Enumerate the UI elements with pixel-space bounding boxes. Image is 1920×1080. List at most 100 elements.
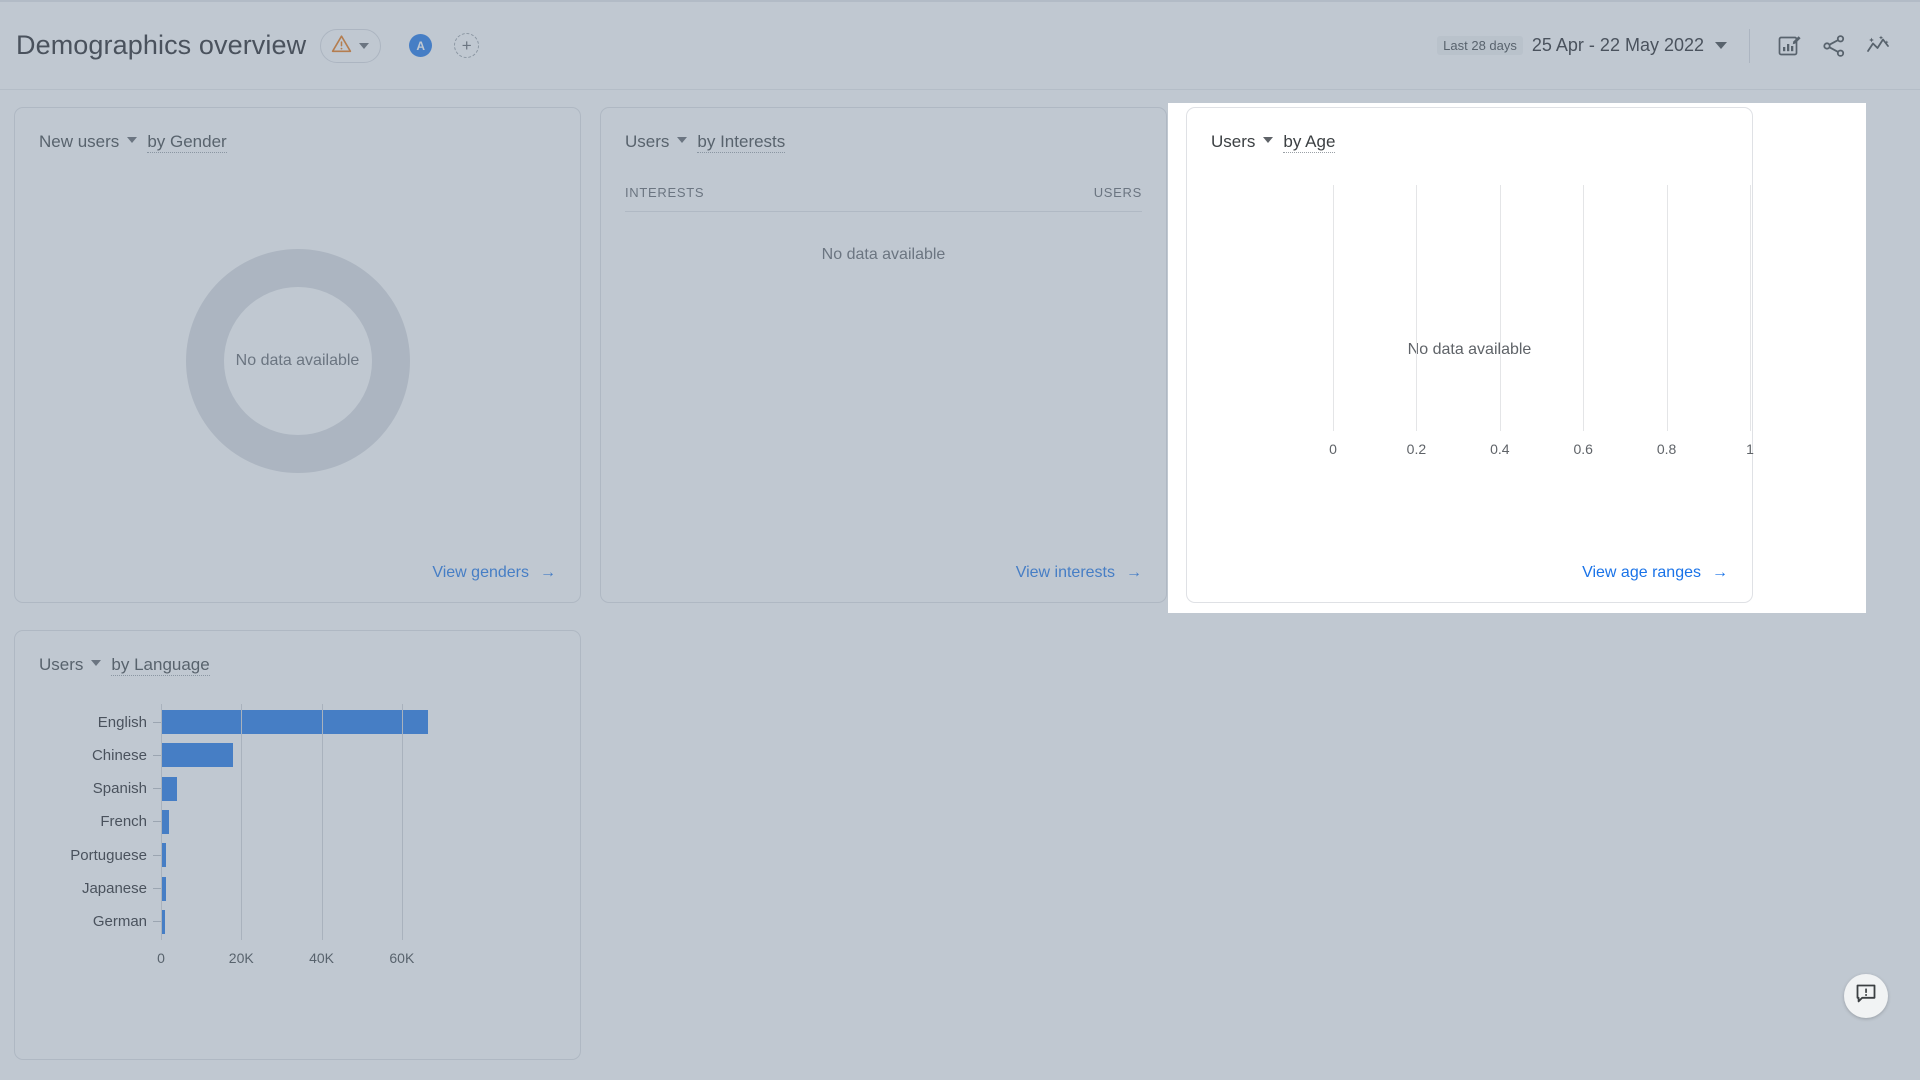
data-warning-button[interactable] (320, 28, 382, 63)
table-header-row: INTERESTS USERS (625, 157, 1142, 212)
date-range-value[interactable]: 25 Apr - 22 May 2022 (1532, 35, 1704, 56)
gridline (1416, 185, 1418, 431)
feedback-icon (1855, 983, 1877, 1010)
interests-table: INTERESTS USERS No data available (625, 157, 1142, 564)
x-axis-labels: 0 20K 40K 60K (157, 940, 450, 970)
warning-triangle-icon (331, 34, 352, 58)
metric-selector-gender[interactable]: New users (39, 132, 138, 152)
cards-row-2: Users by Language English Chinese Spanish F… (14, 630, 1906, 1060)
y-axis-category-label: German (92, 913, 147, 931)
dimension-label: by Language (111, 655, 210, 676)
card-new-users-by-gender[interactable]: New users by Gender No data available Vi… (14, 107, 581, 603)
dimension-label: by Gender (147, 132, 227, 153)
dimension-label: by Interests (697, 132, 786, 153)
gridline (161, 704, 162, 940)
column-header-interests[interactable]: INTERESTS (625, 185, 704, 200)
y-axis-tickmark (153, 788, 161, 790)
dimension-label: by Age (1283, 132, 1336, 153)
add-comparison-button[interactable]: + (454, 33, 480, 58)
metric-selector-interests[interactable]: Users (625, 132, 688, 152)
bar-row[interactable]: Portuguese (70, 843, 450, 868)
app-page: Demographics overview A + Last 28 days 2… (0, 0, 1920, 1080)
gridline (1666, 185, 1668, 431)
y-axis-category-label: English (97, 713, 147, 731)
gender-donut-chart: No data available (39, 157, 556, 564)
header-right-group: Last 28 days 25 Apr - 22 May 2022 (1437, 24, 1920, 68)
card-users-by-age[interactable]: Users by Age No data available 0 0.2 0.4 0.… (1186, 107, 1754, 603)
y-axis-tickmark (153, 821, 161, 823)
bar-row[interactable]: English (98, 710, 450, 734)
card-footer: View age ranges → (1211, 564, 1728, 582)
arrow-right-icon: → (540, 564, 556, 581)
link-label: View interests (1015, 564, 1115, 581)
cards-row-1: New users by Gender No data available Vi… (14, 107, 1906, 603)
chevron-down-icon (359, 42, 370, 49)
bar-row[interactable]: German (93, 909, 450, 934)
page-header: Demographics overview A + Last 28 days 2… (0, 2, 1920, 90)
bar-fill[interactable] (161, 809, 169, 834)
metric-label: Users (1211, 132, 1256, 151)
y-axis-tickmark (153, 754, 161, 756)
card-users-by-language[interactable]: Users by Language English Chinese Spanish F… (14, 630, 581, 1060)
bar-fill[interactable] (161, 776, 178, 801)
x-axis-tick-label: 1 (1746, 441, 1754, 457)
view-age-ranges-link[interactable]: View age ranges → (1582, 564, 1728, 582)
bar-row[interactable]: Japanese (82, 876, 450, 901)
y-axis-category-label: Spanish (92, 780, 147, 798)
y-axis-tickmark (153, 921, 161, 923)
x-axis-tick-label: 0.2 (1406, 441, 1427, 457)
y-axis-tickmark (153, 854, 161, 856)
insights-icon[interactable] (1856, 24, 1900, 68)
x-axis-tick-label: 0 (1329, 441, 1337, 457)
date-range-badge: Last 28 days (1437, 36, 1523, 55)
card-footer: View genders → (39, 564, 556, 582)
chevron-down-icon[interactable] (1715, 42, 1727, 49)
x-axis-tick-label: 0.8 (1656, 441, 1677, 457)
chevron-down-icon (127, 137, 138, 143)
column-header-users[interactable]: USERS (1094, 185, 1142, 200)
age-bar-chart: No data available 0 0.2 0.4 0.6 0.8 1 (1211, 157, 1754, 564)
empty-state-text: No data available (1211, 337, 1728, 363)
card-users-by-interests[interactable]: Users by Interests INTERESTS USERS No da… (600, 107, 1167, 603)
gridline (241, 704, 243, 940)
metric-label: Users (625, 132, 670, 151)
y-axis-category-label: Chinese (91, 746, 147, 764)
chevron-down-icon (1263, 137, 1274, 143)
x-axis-tick-label: 60K (389, 950, 415, 966)
y-axis-tickmark (153, 721, 161, 723)
y-axis-category-label: Portuguese (70, 846, 147, 864)
bar-fill[interactable] (161, 743, 234, 768)
feedback-button[interactable] (1844, 974, 1888, 1018)
card-title: Users by Age (1211, 132, 1728, 153)
gridline (401, 704, 403, 940)
chevron-down-icon (91, 660, 102, 666)
dashboard-content: New users by Gender No data available Vi… (0, 91, 1920, 1080)
view-interests-link[interactable]: View interests → (1016, 564, 1142, 582)
metric-selector-language[interactable]: Users (39, 655, 102, 675)
view-genders-link[interactable]: View genders → (432, 564, 556, 582)
y-axis-category-label: French (100, 813, 147, 831)
gridline (321, 704, 323, 940)
bar-row[interactable]: Spanish (93, 776, 450, 801)
arrow-right-icon: → (1126, 564, 1142, 581)
empty-state-text: No data available (235, 351, 360, 369)
gridline (1750, 185, 1751, 431)
x-axis-tick-label: 0 (157, 950, 165, 966)
header-divider (1749, 28, 1750, 63)
card-title: Users by Interests (625, 132, 1142, 153)
x-axis-tick-label: 40K (309, 950, 335, 966)
metric-label: Users (39, 655, 84, 674)
metric-selector-age[interactable]: Users (1211, 132, 1274, 152)
language-bar-chart: English Chinese Spanish French Portuguese Jap… (39, 680, 556, 1039)
share-icon[interactable] (1812, 24, 1856, 68)
bar-fill[interactable] (161, 710, 429, 734)
edit-chart-icon[interactable] (1768, 24, 1812, 68)
link-label: View genders (432, 564, 529, 581)
donut-ring: No data available (185, 248, 410, 473)
bar-row[interactable]: Chinese (92, 743, 450, 768)
bar-row[interactable]: French (100, 809, 450, 834)
chevron-down-icon (677, 137, 688, 143)
card-title: New users by Gender (39, 132, 556, 153)
age-chart-plot: No data available 0 0.2 0.4 0.6 0.8 1 (1211, 185, 1754, 457)
avatar[interactable]: A (409, 34, 433, 57)
